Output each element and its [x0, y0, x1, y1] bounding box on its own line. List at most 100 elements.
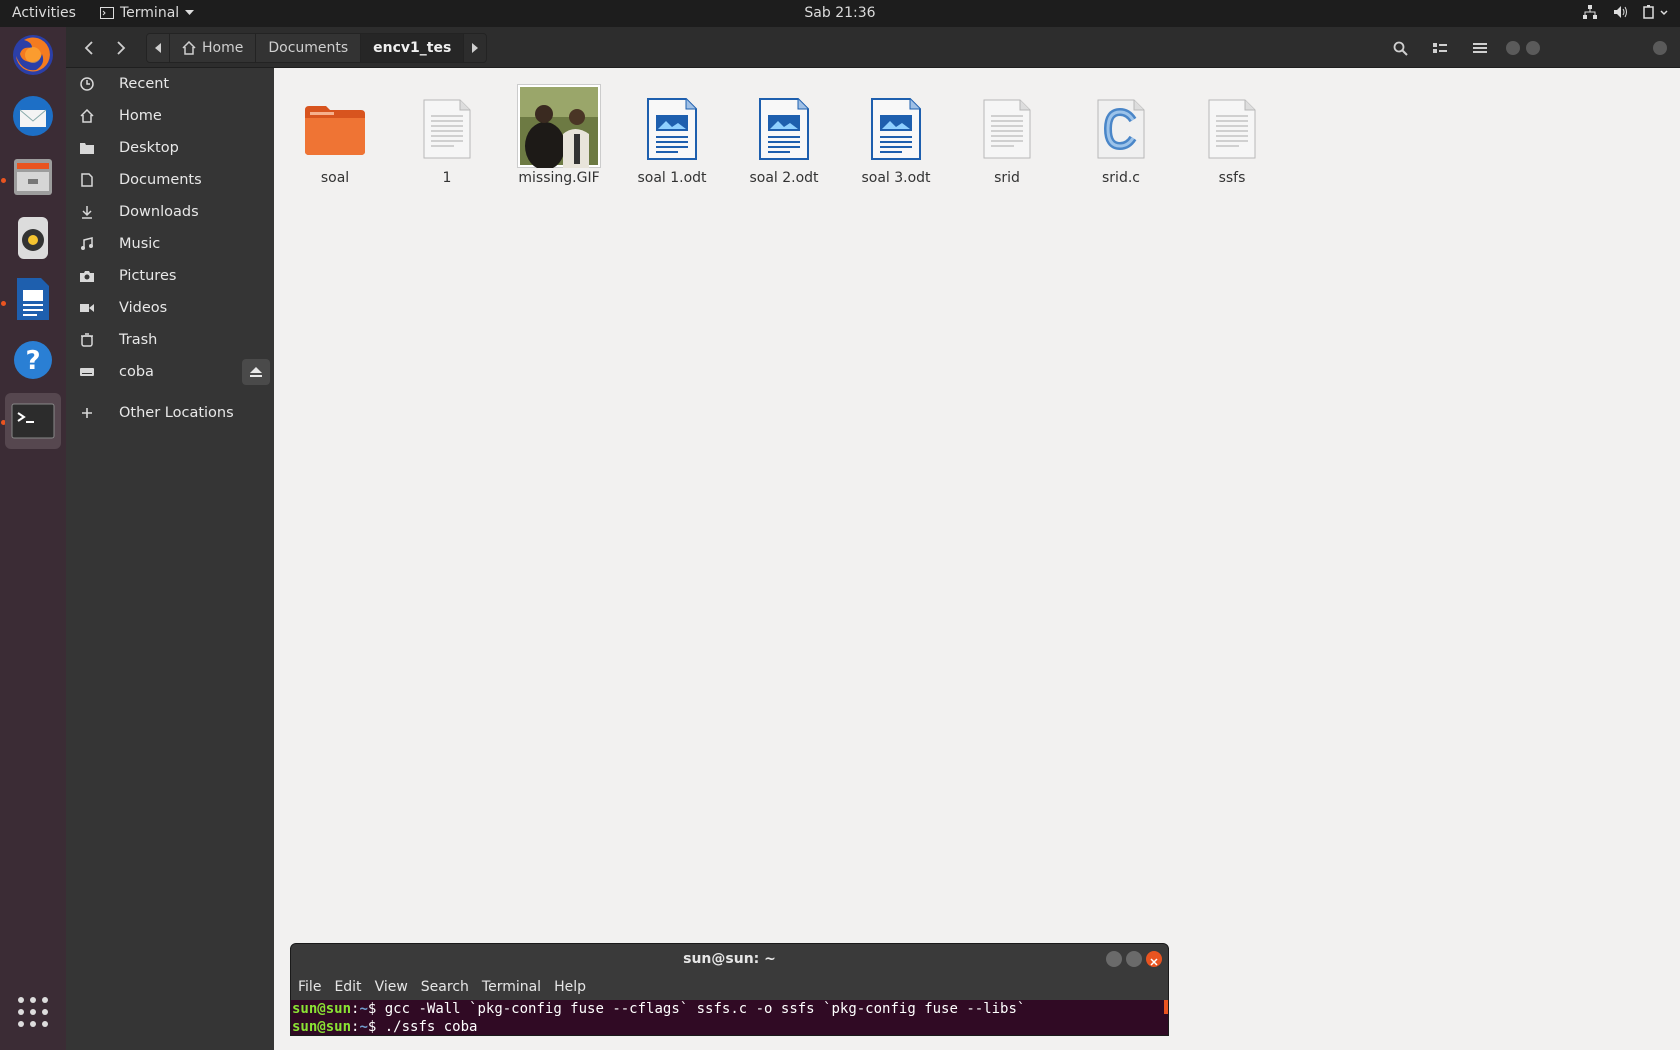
- back-button[interactable]: [74, 33, 104, 63]
- sidebar-item-videos[interactable]: Videos: [66, 293, 274, 323]
- file-item[interactable]: soal 3.odt: [846, 90, 946, 186]
- home-icon: [79, 108, 95, 124]
- file-item[interactable]: missing.GIF: [509, 84, 609, 186]
- dock: ?: [0, 27, 66, 1050]
- system-tray[interactable]: [1582, 4, 1668, 20]
- sidebar-item-label: Documents: [119, 172, 202, 188]
- help-icon: ?: [14, 341, 52, 379]
- chevron-right-icon: [117, 41, 126, 55]
- breadcrumb-scroll-right[interactable]: [464, 34, 487, 62]
- breadcrumb-home-label: Home: [202, 40, 244, 56]
- dock-writer[interactable]: [5, 271, 61, 327]
- forward-button[interactable]: [106, 33, 136, 63]
- speaker-icon: [18, 217, 48, 259]
- menu-button[interactable]: [1463, 33, 1497, 63]
- breadcrumb-documents-label: Documents: [268, 40, 349, 56]
- menu-help[interactable]: Help: [554, 979, 586, 995]
- drive-icon: [79, 364, 95, 380]
- search-icon: [1393, 41, 1408, 56]
- file-name: srid: [994, 170, 1020, 186]
- view-toggle-button[interactable]: [1423, 33, 1457, 63]
- sidebar-item-pictures[interactable]: Pictures: [66, 261, 274, 291]
- network-icon: [1583, 5, 1597, 19]
- dock-firefox[interactable]: [5, 27, 61, 83]
- sidebar-item-trash[interactable]: Trash: [66, 325, 274, 355]
- firefox-icon: [13, 35, 53, 75]
- sidebar-item-coba[interactable]: coba: [66, 357, 274, 387]
- terminal-close-button[interactable]: [1146, 951, 1162, 967]
- video-icon: [79, 300, 95, 316]
- sidebar-item-desktop[interactable]: Desktop: [66, 133, 274, 163]
- file-item[interactable]: srid: [957, 90, 1057, 186]
- music-icon: [79, 236, 95, 252]
- file-item[interactable]: ssfs: [1182, 90, 1282, 186]
- close-button[interactable]: [1653, 41, 1667, 55]
- terminal-minimize-button[interactable]: [1106, 951, 1122, 967]
- maximize-button[interactable]: [1526, 41, 1540, 55]
- file-view: soal 1 missing.GIF soal 1.odt soal 2.odt…: [274, 68, 1680, 1050]
- file-name: srid.c: [1102, 170, 1140, 186]
- sidebar-item-label: Other Locations: [119, 405, 234, 421]
- breadcrumb-scroll-left[interactable]: [147, 34, 170, 62]
- prompt-symbol: $: [367, 1001, 385, 1017]
- chevron-left-icon: [84, 41, 93, 55]
- text-file-icon: [397, 90, 497, 168]
- menu-search[interactable]: Search: [421, 979, 469, 995]
- download-icon: [79, 204, 95, 220]
- breadcrumb-home[interactable]: Home: [170, 34, 257, 62]
- show-applications-button[interactable]: [17, 996, 49, 1028]
- terminal-maximize-button[interactable]: [1126, 951, 1142, 967]
- prompt-symbol: $: [367, 1019, 385, 1035]
- writer-document-icon: [846, 90, 946, 168]
- breadcrumb-current[interactable]: encv1_tes: [361, 34, 465, 62]
- dock-terminal[interactable]: [5, 393, 61, 449]
- triangle-left-icon: [155, 43, 161, 53]
- sidebar-item-recent[interactable]: Recent: [66, 69, 274, 99]
- sidebar-item-music[interactable]: Music: [66, 229, 274, 259]
- file-name: soal 3.odt: [861, 170, 931, 186]
- dock-rhythmbox[interactable]: [5, 210, 61, 266]
- sidebar-item-label: coba: [119, 364, 154, 380]
- menu-edit[interactable]: Edit: [334, 979, 361, 995]
- terminal-scrollbar[interactable]: [1164, 1000, 1168, 1014]
- dock-files[interactable]: [5, 149, 61, 205]
- file-name: soal: [320, 170, 350, 186]
- menu-view[interactable]: View: [375, 979, 408, 995]
- dock-thunderbird[interactable]: [5, 88, 61, 144]
- eject-button[interactable]: [242, 359, 270, 385]
- sidebar-item-documents[interactable]: Documents: [66, 165, 274, 195]
- breadcrumb-documents[interactable]: Documents: [256, 34, 362, 62]
- search-button[interactable]: [1383, 33, 1417, 63]
- terminal-output[interactable]: sun@sun:~$ gcc -Wall `pkg-config fuse --…: [291, 1000, 1168, 1035]
- minimize-button[interactable]: [1506, 41, 1520, 55]
- eject-icon: [250, 367, 262, 377]
- file-item[interactable]: soal: [285, 90, 385, 186]
- list-view-icon: [1433, 43, 1447, 53]
- sidebar-item-label: Downloads: [119, 204, 199, 220]
- file-name: 1: [442, 170, 452, 186]
- file-item[interactable]: soal 2.odt: [734, 90, 834, 186]
- sidebar-item-home[interactable]: Home: [66, 101, 274, 131]
- file-item[interactable]: 1: [397, 90, 497, 186]
- file-name: ssfs: [1218, 170, 1246, 186]
- sidebar-item-downloads[interactable]: Downloads: [66, 197, 274, 227]
- clock-icon: [79, 76, 95, 92]
- dock-help[interactable]: ?: [5, 332, 61, 388]
- sidebar-item-other-locations[interactable]: Other Locations: [66, 398, 274, 428]
- file-item[interactable]: srid.c: [1071, 90, 1171, 186]
- power-icon: [1643, 5, 1668, 19]
- thunderbird-icon: [13, 96, 53, 136]
- sidebar-item-label: Home: [119, 108, 162, 124]
- menu-file[interactable]: File: [298, 979, 321, 995]
- menu-terminal[interactable]: Terminal: [482, 979, 541, 995]
- text-file-icon: [957, 90, 1057, 168]
- text-file-icon: [1182, 90, 1282, 168]
- file-item[interactable]: soal 1.odt: [622, 90, 722, 186]
- clock[interactable]: Sab 21:36: [0, 5, 1680, 21]
- folder-icon: [285, 90, 385, 168]
- terminal-window[interactable]: sun@sun: ~ File Edit View Search Termina…: [290, 943, 1169, 1036]
- prompt-user: sun@sun: [292, 1019, 352, 1035]
- terminal-titlebar[interactable]: sun@sun: ~: [291, 944, 1168, 974]
- terminal-line: sun@sun:~$ ./ssfs coba: [292, 1018, 1168, 1035]
- prompt-user: sun@sun: [292, 1001, 352, 1017]
